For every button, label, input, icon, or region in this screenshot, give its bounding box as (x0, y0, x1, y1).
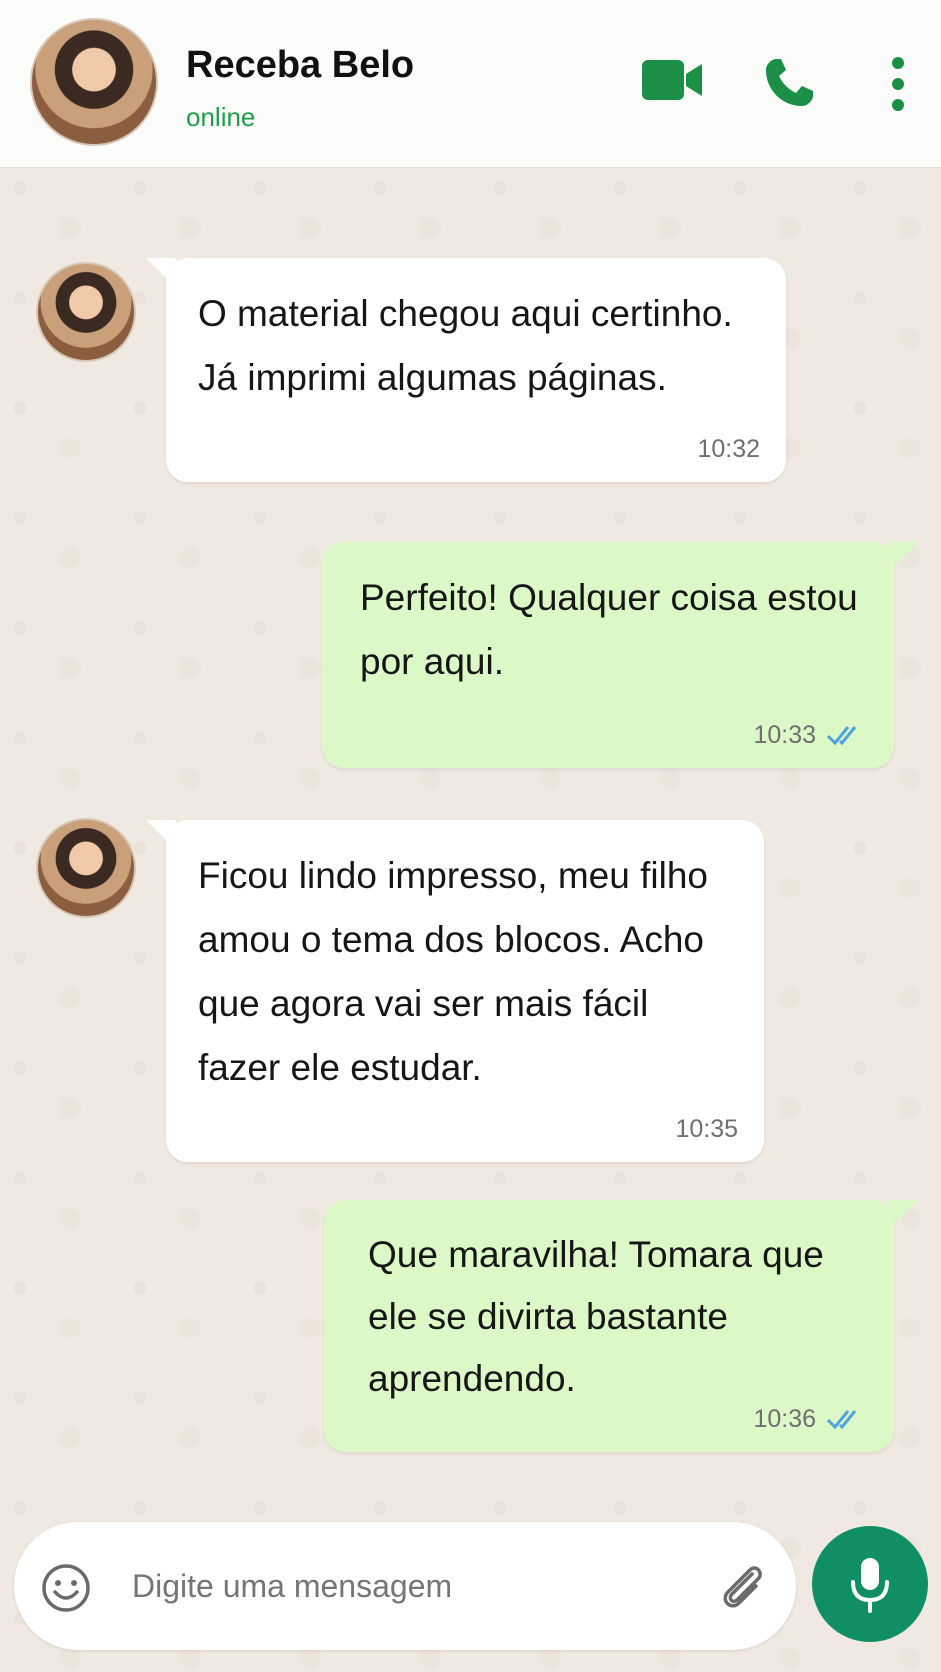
more-options-icon[interactable] (884, 56, 912, 112)
message-text: Que maravilha! Tomara que ele se divirta… (368, 1234, 824, 1399)
read-receipt-icon (826, 726, 857, 746)
microphone-button[interactable] (812, 1526, 928, 1642)
message-time: 10:33 (753, 721, 816, 749)
message-bubble-outgoing[interactable]: Que maravilha! Tomara que ele se divirta… (324, 1200, 894, 1452)
contact-status: online (186, 102, 256, 132)
sender-avatar[interactable] (36, 818, 136, 918)
message-text: Perfeito! Qualquer coisa estou por aqui. (360, 577, 858, 682)
message-bubble-outgoing[interactable]: Perfeito! Qualquer coisa estou por aqui.… (322, 542, 894, 768)
read-receipt-icon (826, 1410, 857, 1430)
microphone-icon (851, 1558, 889, 1613)
message-time: 10:35 (675, 1115, 738, 1143)
message-time: 10:36 (753, 1405, 816, 1433)
video-call-icon[interactable] (642, 58, 704, 102)
message-text: O material chegou aqui certinho. Já impr… (198, 293, 733, 398)
attach-icon[interactable] (714, 1558, 770, 1614)
voice-call-icon[interactable] (762, 56, 816, 110)
sender-avatar[interactable] (36, 262, 136, 362)
message-composer (14, 1522, 796, 1650)
contact-avatar[interactable] (30, 18, 158, 146)
chat-header: Receba Belo online (0, 0, 941, 168)
message-bubble-incoming[interactable]: O material chegou aqui certinho. Já impr… (166, 258, 786, 482)
contact-name[interactable]: Receba Belo (186, 44, 414, 87)
message-time: 10:32 (697, 435, 760, 463)
emoji-icon[interactable] (40, 1562, 92, 1614)
message-bubble-incoming[interactable]: Ficou lindo impresso, meu filho amou o t… (166, 820, 764, 1162)
message-input[interactable] (132, 1568, 652, 1605)
message-text: Ficou lindo impresso, meu filho amou o t… (198, 855, 708, 1088)
